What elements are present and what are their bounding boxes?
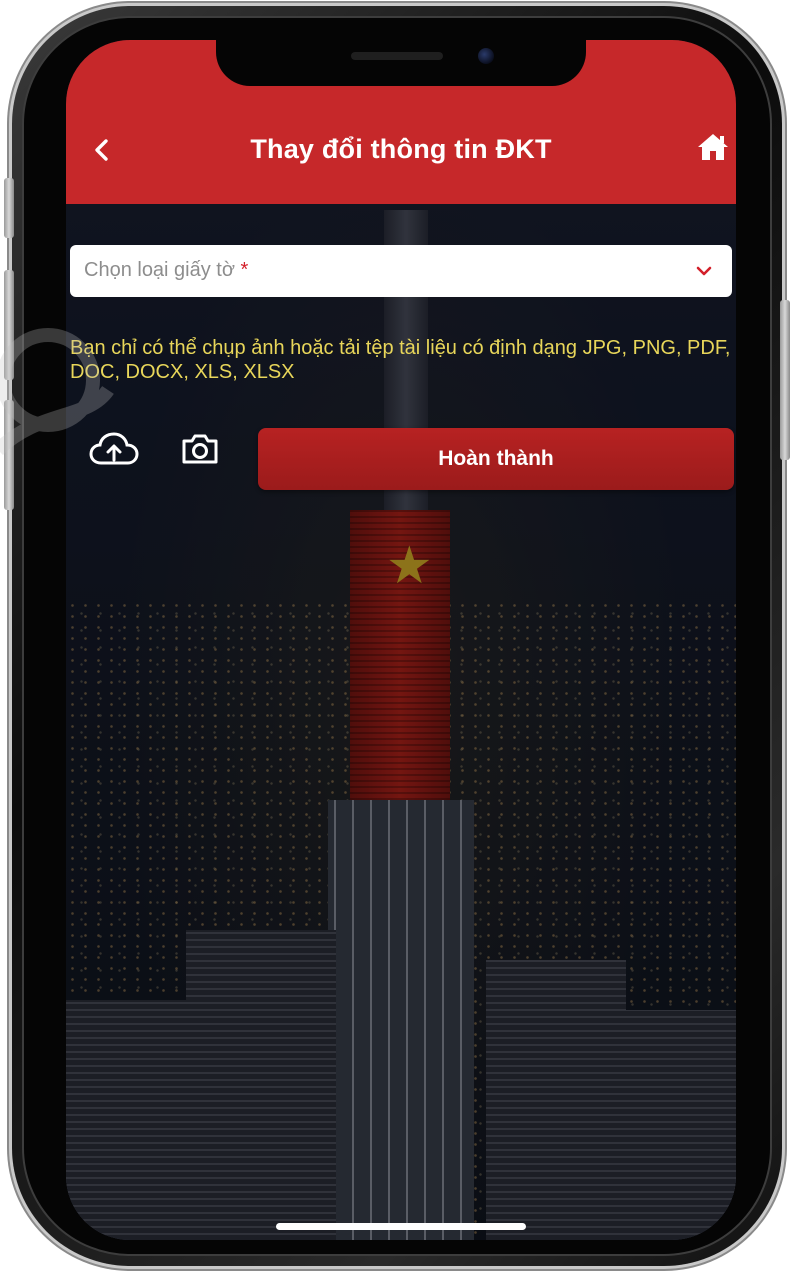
home-icon [698, 134, 728, 160]
chevron-down-icon [696, 266, 712, 276]
required-mark: * [240, 259, 249, 281]
volume-down-button [4, 400, 14, 510]
cloud-upload-icon [89, 432, 139, 465]
speaker-grille [351, 52, 443, 60]
silent-switch [4, 178, 14, 238]
phone-screen: ★ Thay đổi thông tin ĐKT Chọn loại giấy … [66, 40, 736, 1240]
camera-icon [182, 434, 218, 464]
page-title: Thay đổi thông tin ĐKT [250, 134, 552, 164]
home-indicator[interactable] [276, 1223, 526, 1230]
take-photo-button[interactable] [180, 432, 220, 466]
document-type-select[interactable]: Chọn loại giấy tờ * [70, 245, 732, 297]
volume-up-button [4, 270, 14, 380]
upload-file-button[interactable] [88, 430, 140, 470]
city-background-image: ★ [66, 40, 736, 1240]
back-button[interactable] [90, 138, 114, 162]
phone-notch [216, 40, 586, 86]
power-button [780, 300, 790, 460]
home-button[interactable] [696, 132, 730, 162]
document-type-placeholder: Chọn loại giấy tờ * [84, 259, 249, 281]
background-overlay [66, 40, 736, 1240]
chevron-left-icon [95, 139, 108, 161]
complete-button[interactable]: Hoàn thành [258, 428, 734, 490]
file-format-note: Bạn chỉ có thể chụp ảnh hoặc tải tệp tài… [70, 337, 731, 383]
app-header: Thay đổi thông tin ĐKT [66, 40, 736, 204]
front-camera [478, 48, 494, 64]
